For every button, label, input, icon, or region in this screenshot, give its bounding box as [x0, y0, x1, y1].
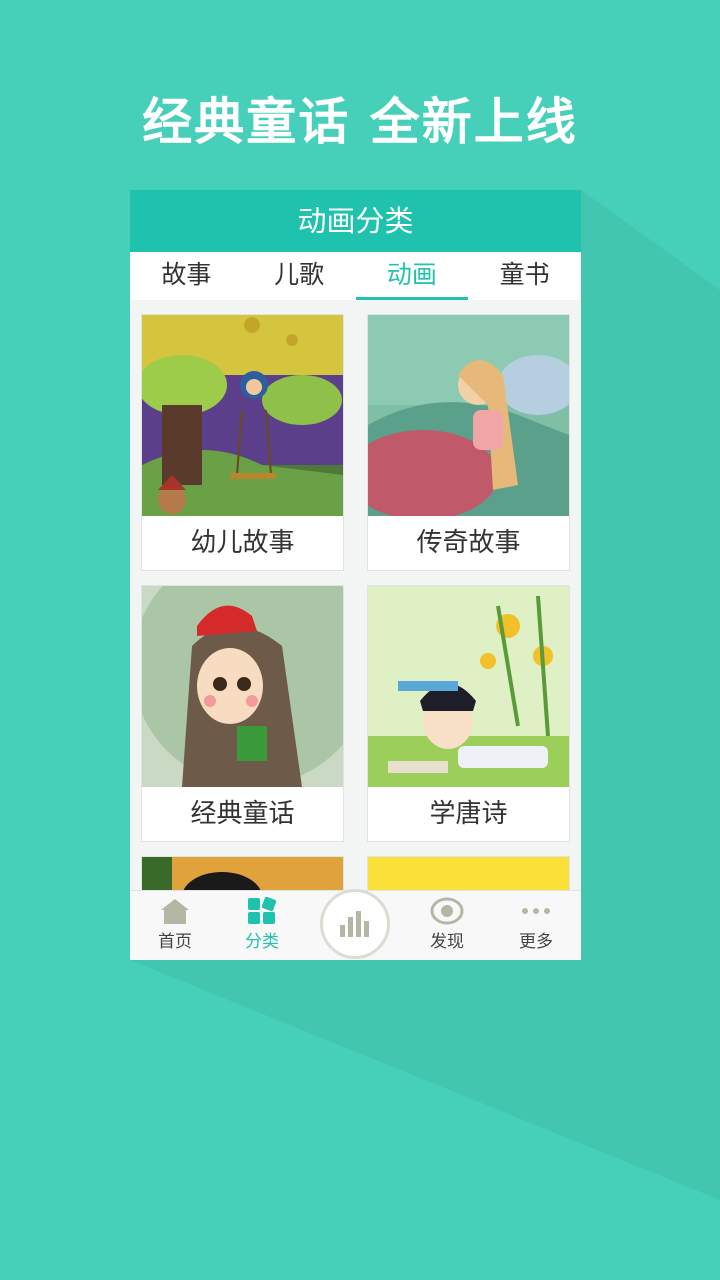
phone-screen: 动画分类 故事 儿歌 动画 童书 幼儿故事 传奇故事 经典童话 学唐诗 首页 分… — [130, 190, 581, 960]
card-label: 学唐诗 — [429, 799, 508, 829]
tab-songs[interactable]: 儿歌 — [243, 252, 356, 300]
card-label: 经典童话 — [190, 799, 295, 829]
promo-headline: 经典童话 全新上线 — [142, 93, 578, 151]
play-bars-icon — [340, 911, 369, 937]
bottom-navigation: 首页 分类 发现 更多 — [130, 889, 581, 960]
category-icon — [248, 897, 277, 924]
card-kids-stories[interactable]: 幼儿故事 — [141, 314, 344, 571]
card-partial-left[interactable] — [141, 856, 344, 890]
card-classic-fairytales[interactable]: 经典童话 — [141, 585, 344, 842]
partial-left-image — [142, 857, 343, 890]
nav-label: 首页 — [158, 932, 192, 952]
card-grid: 幼儿故事 传奇故事 经典童话 学唐诗 — [130, 300, 581, 890]
nav-label: 发现 — [430, 932, 464, 952]
nav-category[interactable]: 分类 — [217, 897, 307, 952]
nav-home[interactable]: 首页 — [130, 897, 220, 952]
tang-poems-image — [368, 586, 569, 787]
nav-more[interactable]: 更多 — [491, 897, 581, 952]
more-dots-icon — [522, 908, 550, 914]
eye-icon — [430, 897, 464, 925]
play-button[interactable] — [320, 889, 390, 959]
category-tabs: 故事 儿歌 动画 童书 — [130, 252, 581, 300]
nav-label: 更多 — [519, 932, 553, 952]
home-icon — [161, 899, 189, 924]
classic-fairytales-image — [142, 586, 343, 787]
tab-stories[interactable]: 故事 — [130, 252, 243, 300]
card-partial-right[interactable] — [367, 856, 570, 890]
partial-right-image — [368, 857, 569, 890]
card-legend-stories[interactable]: 传奇故事 — [367, 314, 570, 571]
card-label: 幼儿故事 — [190, 528, 295, 558]
tab-books[interactable]: 童书 — [468, 252, 581, 300]
nav-label: 分类 — [245, 932, 279, 952]
tab-animation[interactable]: 动画 — [355, 252, 469, 300]
nav-discover[interactable]: 发现 — [402, 897, 492, 952]
card-label: 传奇故事 — [416, 528, 521, 558]
page-title: 动画分类 — [130, 190, 581, 252]
card-tang-poems[interactable]: 学唐诗 — [367, 585, 570, 842]
legend-stories-image — [368, 315, 569, 516]
kids-stories-image — [142, 315, 343, 516]
